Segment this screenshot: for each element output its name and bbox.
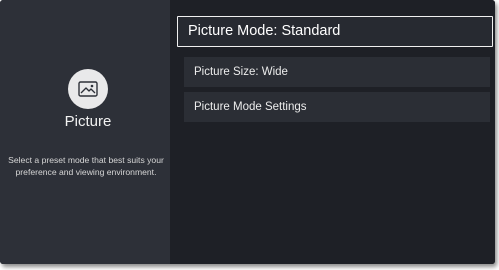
picture-icon-glyph xyxy=(78,81,98,97)
screen: Picture Select a preset mode that best s… xyxy=(0,0,499,270)
menu-item-picture-size[interactable]: Picture Size: Wide xyxy=(184,57,490,87)
category-title: Picture xyxy=(64,113,112,130)
menu-item-picture-mode-settings[interactable]: Picture Mode Settings xyxy=(184,92,490,122)
category-info-panel: Picture Select a preset mode that best s… xyxy=(0,0,170,264)
menu-item-picture-mode[interactable]: Picture Mode: Standard xyxy=(177,16,493,47)
category-description: Select a preset mode that best suits you… xyxy=(8,155,164,177)
picture-icon xyxy=(68,69,108,109)
